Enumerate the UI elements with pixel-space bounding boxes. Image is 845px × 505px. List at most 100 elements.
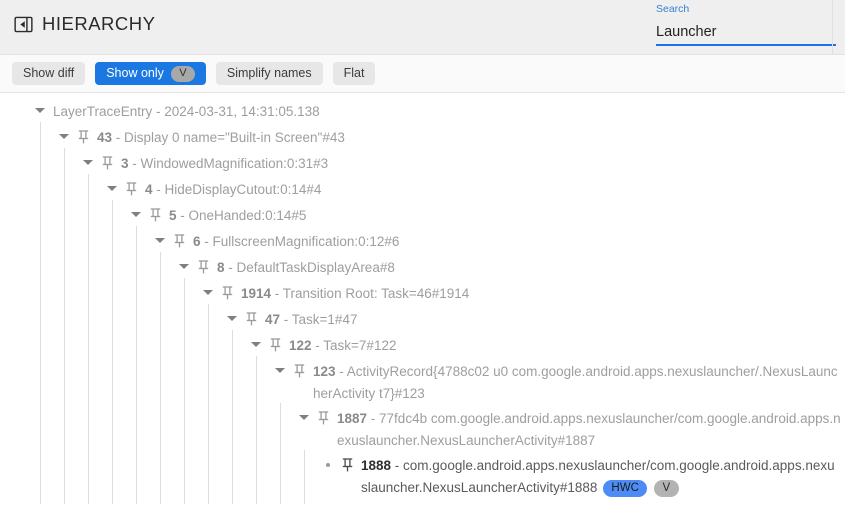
pin-icon[interactable] xyxy=(170,231,188,250)
tree-node-id: 3 xyxy=(121,156,129,171)
search-box: Search xyxy=(656,4,836,44)
header-bar: HIERARCHY Search xyxy=(0,0,845,55)
tree-node-id: 122 xyxy=(289,338,312,353)
tree-node[interactable]: 8 - DefaultTaskDisplayArea#8 xyxy=(0,254,845,280)
tree-node-label: 8 - DefaultTaskDisplayArea#8 xyxy=(212,257,399,279)
tree-node-name: - DefaultTaskDisplayArea#8 xyxy=(225,260,395,275)
search-field xyxy=(656,22,836,44)
caret-down-icon[interactable] xyxy=(176,257,192,276)
tree-node-name: - Task=7#122 xyxy=(312,338,397,353)
title-group: HIERARCHY xyxy=(14,15,155,34)
badge-v[interactable]: V xyxy=(654,480,679,497)
tree-node[interactable]: 4 - HideDisplayCutout:0:14#4 xyxy=(0,176,845,202)
hierarchy-tree: LayerTraceEntry - 2024-03-31, 14:31:05.1… xyxy=(0,93,845,504)
pin-icon[interactable] xyxy=(314,408,332,427)
tree-node-label: 1887 - 77fdc4b com.google.android.apps.n… xyxy=(332,408,845,452)
tree-guide-line xyxy=(40,122,41,504)
toolbar-button-show-diff[interactable]: Show diff xyxy=(12,62,85,85)
caret-down-icon-glyph xyxy=(227,316,237,321)
caret-down-icon[interactable] xyxy=(32,101,48,120)
tree-node-id: 43 xyxy=(97,130,112,145)
caret-down-icon[interactable] xyxy=(152,231,168,250)
caret-down-icon[interactable] xyxy=(104,179,120,198)
tree-guide-line xyxy=(112,200,113,504)
search-input[interactable] xyxy=(656,22,836,42)
tree-node-name: - 77fdc4b com.google.android.apps.nexusl… xyxy=(337,411,841,448)
toolbar-button-show-only[interactable]: Show only V xyxy=(95,62,206,85)
tree-node[interactable]: 1887 - 77fdc4b com.google.android.apps.n… xyxy=(0,405,845,452)
toolbar-button-label: Simplify names xyxy=(227,67,312,80)
tree-node[interactable]: 123 - ActivityRecord{4788c02 u0 com.goog… xyxy=(0,358,845,405)
tree-node[interactable]: 122 - Task=7#122 xyxy=(0,332,845,358)
tree-node-id: 123 xyxy=(313,364,336,379)
pin-icon[interactable] xyxy=(218,283,236,302)
tree-node-id: 1887 xyxy=(337,411,367,426)
toolbar-button-label: Show only xyxy=(106,67,164,80)
tree-node-id: 1888 xyxy=(361,458,391,473)
caret-down-icon[interactable] xyxy=(248,335,264,354)
caret-down-icon-glyph xyxy=(179,264,189,269)
tree-node-label: 47 - Task=1#47 xyxy=(260,309,361,331)
tree-node-label: 43 - Display 0 name="Built-in Screen"#43 xyxy=(92,127,349,149)
caret-down-icon-glyph xyxy=(251,342,261,347)
tree-node[interactable]: 3 - WindowedMagnification:0:31#3 xyxy=(0,150,845,176)
tree-node[interactable]: LayerTraceEntry - 2024-03-31, 14:31:05.1… xyxy=(0,98,845,124)
pin-icon[interactable] xyxy=(338,455,356,474)
tree-guide-line xyxy=(208,304,209,504)
badge-hwc[interactable]: HWC xyxy=(603,480,646,497)
tree-node[interactable]: 47 - Task=1#47 xyxy=(0,306,845,332)
caret-down-icon-glyph xyxy=(35,108,45,113)
tree-node[interactable]: 6 - FullscreenMagnification:0:12#6 xyxy=(0,228,845,254)
caret-down-icon[interactable] xyxy=(296,408,312,427)
pin-icon[interactable] xyxy=(242,309,260,328)
caret-down-icon[interactable] xyxy=(200,283,216,302)
caret-down-icon[interactable] xyxy=(224,309,240,328)
caret-down-icon-glyph xyxy=(275,368,285,373)
tree-node-label: 122 - Task=7#122 xyxy=(284,335,400,357)
bullet-icon xyxy=(320,455,336,474)
pin-icon[interactable] xyxy=(146,205,164,224)
tree-guide-line xyxy=(304,450,305,504)
pin-icon[interactable] xyxy=(266,335,284,354)
caret-down-icon-glyph xyxy=(59,134,69,139)
pin-icon[interactable] xyxy=(290,361,308,380)
tree-node-id: 1914 xyxy=(241,286,271,301)
tree-node-name: - com.google.android.apps.nexuslauncher/… xyxy=(361,458,835,495)
collapse-panel-left-icon[interactable] xyxy=(14,15,33,34)
header-right-divider xyxy=(832,0,833,54)
tree-node-id: 8 xyxy=(217,260,225,275)
tree-node-id: 47 xyxy=(265,312,280,327)
caret-down-icon[interactable] xyxy=(56,127,72,146)
caret-down-icon[interactable] xyxy=(128,205,144,224)
caret-down-icon-glyph xyxy=(155,238,165,243)
hierarchy-viewer: HIERARCHY Search Show diff Show only V Simp… xyxy=(0,0,845,505)
tree-guide-line xyxy=(232,330,233,504)
pin-icon[interactable] xyxy=(74,127,92,146)
caret-down-icon-glyph xyxy=(83,160,93,165)
toolbar-button-flat[interactable]: Flat xyxy=(333,62,376,85)
toolbar-button-label: Flat xyxy=(344,67,365,80)
tree-guide-line xyxy=(280,403,281,504)
caret-down-icon[interactable] xyxy=(272,361,288,380)
pin-icon[interactable] xyxy=(194,257,212,276)
pin-icon[interactable] xyxy=(122,179,140,198)
pin-icon[interactable] xyxy=(98,153,116,172)
tree-guide-line xyxy=(136,226,137,504)
tree-guide-line xyxy=(256,356,257,504)
caret-down-icon[interactable] xyxy=(80,153,96,172)
tree-node-name: - Display 0 name="Built-in Screen"#43 xyxy=(112,130,345,145)
caret-down-icon-glyph xyxy=(107,186,117,191)
tree-node-name: - ActivityRecord{4788c02 u0 com.google.a… xyxy=(313,364,838,401)
tree-node[interactable]: 1914 - Transition Root: Task=46#1914 xyxy=(0,280,845,306)
tree-node[interactable]: 5 - OneHanded:0:14#5 xyxy=(0,202,845,228)
caret-down-icon-glyph xyxy=(131,212,141,217)
tree-node-badges: HWC V xyxy=(603,480,678,497)
tree-node-name: - Transition Root: Task=46#1914 xyxy=(271,286,469,301)
search-underline xyxy=(656,44,836,46)
caret-down-icon-glyph xyxy=(203,290,213,295)
tree-node[interactable]: 1888 - com.google.android.apps.nexuslaun… xyxy=(0,452,845,499)
toolbar-button-simplify-names[interactable]: Simplify names xyxy=(216,62,323,85)
tree-node[interactable]: 43 - Display 0 name="Built-in Screen"#43 xyxy=(0,124,845,150)
tree-guide-line xyxy=(160,252,161,504)
toolbar-button-chip: V xyxy=(171,66,195,82)
